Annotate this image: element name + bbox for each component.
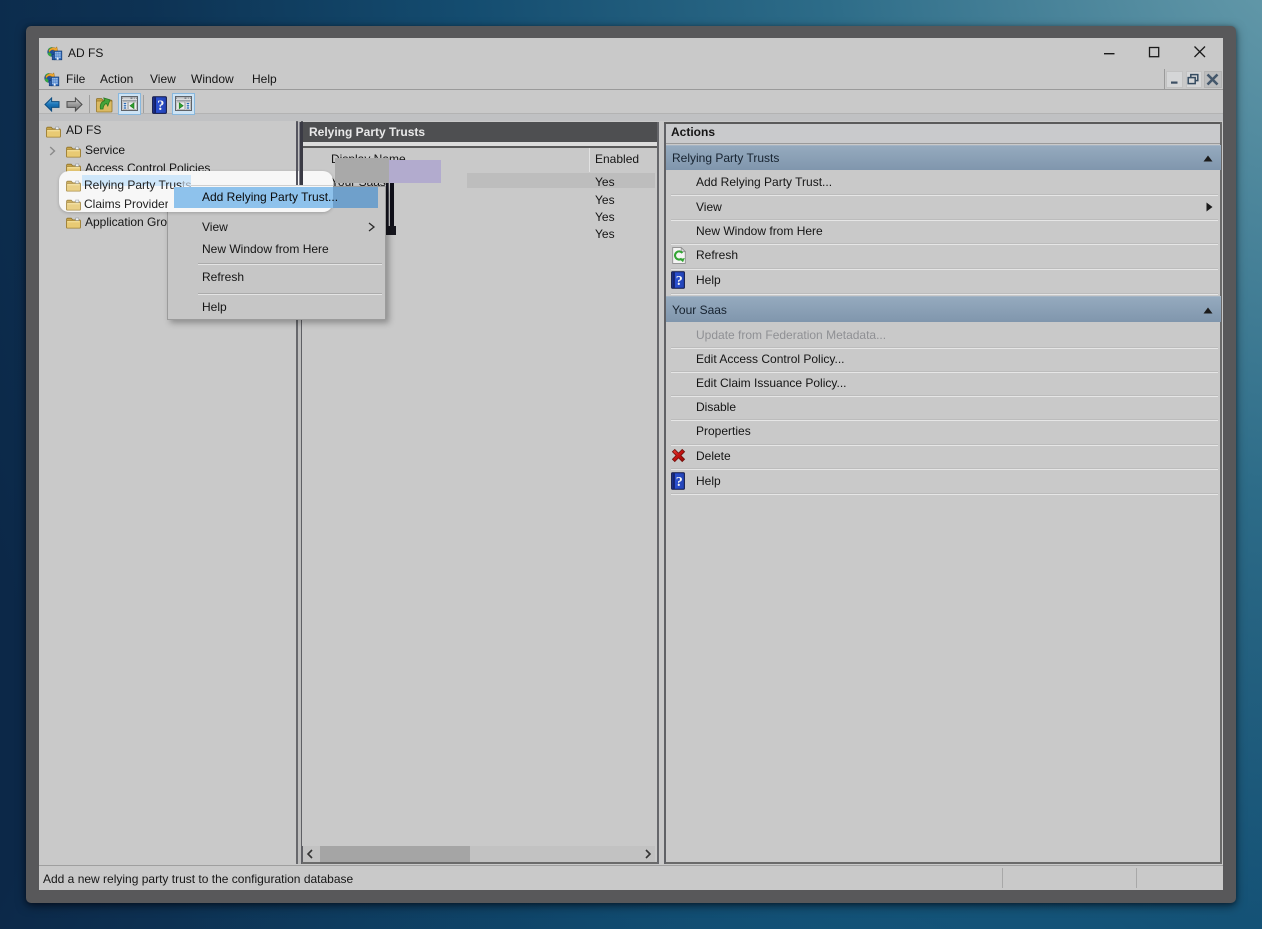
svg-text:?: ? <box>676 274 683 289</box>
svg-text:?: ? <box>157 98 164 114</box>
svg-text:?: ? <box>676 475 683 490</box>
